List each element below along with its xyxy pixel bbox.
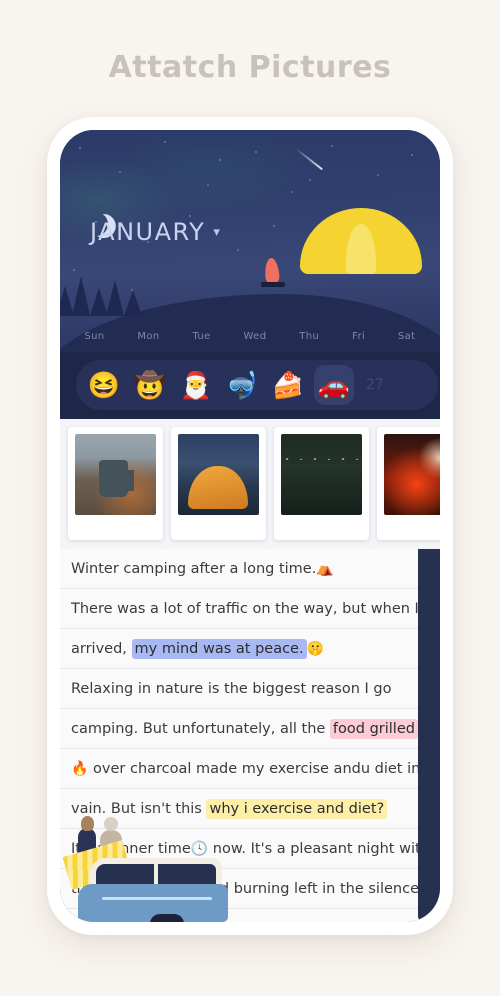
note-line-7: vain. But isn't this why i exercise and … <box>71 789 411 829</box>
note-text-segment: arrived, <box>71 641 132 657</box>
sticker-laughing-face[interactable]: 😆 <box>84 365 124 405</box>
photo-yellow-tent-image <box>178 434 259 515</box>
sticker-shortcake[interactable]: 🍰 <box>268 365 308 405</box>
inline-emoji: 🤫 <box>306 641 325 657</box>
sticker-santa-face[interactable]: 🎅 <box>176 365 216 405</box>
note-line-1: Winter camping after a long time.⛺ <box>71 549 411 589</box>
weekday-tue: Tue <box>192 331 211 342</box>
inline-emoji: ⛺ <box>316 561 334 577</box>
note-text-segment: now. It's a pleasant night with <box>208 841 430 857</box>
weekday-wed: Wed <box>243 331 267 342</box>
highlighted-text: why i exercise and diet? <box>206 799 388 819</box>
weekday-fri: Fri <box>352 331 366 342</box>
sticker-car[interactable]: 🚗 <box>314 365 354 405</box>
photo-charcoal-image <box>384 434 440 515</box>
weekday-row: Sun Mon Tue Wed Thu Fri Sat <box>60 331 440 342</box>
sticker-straw-hat-face[interactable]: 🤠 <box>130 365 170 405</box>
inline-emoji: 🔥 <box>71 761 89 777</box>
page-title: Attatch Pictures <box>108 50 392 85</box>
pine-trees-decoration <box>60 266 170 316</box>
note-body[interactable]: Winter camping after a long time.⛺ There … <box>60 549 440 922</box>
weekday-thu: Thu <box>299 331 320 342</box>
note-line-6: 🔥 over charcoal made my exercise andu di… <box>71 749 420 789</box>
weekday-sun: Sun <box>84 331 105 342</box>
note-text-segment: Winter camping after a long time. <box>71 561 317 577</box>
note-text-segment: camping. But unfortunately, all the <box>71 721 330 737</box>
chevron-down-icon[interactable]: ▾ <box>213 225 221 240</box>
tent-icon <box>300 208 422 274</box>
photo-camp-mug[interactable] <box>68 427 163 540</box>
scroll-side-band <box>418 549 440 922</box>
note-text-segment: Relaxing in nature is the biggest reason… <box>71 681 392 697</box>
sticker-bar: 😆 🤠 🎅 🤿 🍰 🚗 27 <box>60 352 440 419</box>
note-text-segment: There was a lot of traffic on the way, b… <box>71 601 419 617</box>
photo-string-lights-image <box>281 434 362 515</box>
month-label: JANUARY <box>90 218 206 246</box>
photo-yellow-tent[interactable] <box>171 427 266 540</box>
note-line-2: There was a lot of traffic on the way, b… <box>71 589 419 629</box>
phone-frame: JANUARY ▾ Sun Mon Tue Wed Thu Fri Sat 😆 🤠… <box>47 117 453 935</box>
note-line-5: camping. But unfortunately, all the food… <box>71 709 418 749</box>
photo-charcoal[interactable] <box>377 427 440 540</box>
sticker-count-label: 27 <box>366 377 384 393</box>
photo-string-lights[interactable] <box>274 427 369 540</box>
weekday-mon: Mon <box>137 331 160 342</box>
calendar-header: JANUARY ▾ Sun Mon Tue Wed Thu Fri Sat <box>60 130 440 352</box>
highlighted-text: food grilled <box>329 719 418 739</box>
month-selector[interactable]: JANUARY ▾ <box>90 218 221 246</box>
note-text-segment: vain. But isn't this <box>71 801 207 817</box>
weekday-sat: Sat <box>397 331 416 342</box>
sticker-snorkel-mask[interactable]: 🤿 <box>222 365 262 405</box>
sticker-pill: 😆 🤠 🎅 🤿 🍰 🚗 27 <box>76 360 438 410</box>
campfire-icon <box>261 257 285 287</box>
phone-screen: JANUARY ▾ Sun Mon Tue Wed Thu Fri Sat 😆 🤠… <box>60 130 440 922</box>
note-text-segment: over charcoal made my exercise andu diet… <box>88 761 421 777</box>
photo-camp-mug-image <box>75 434 156 515</box>
note-line-4: Relaxing in nature is the biggest reason… <box>71 669 411 709</box>
note-line-3: arrived, my mind was at peace. 🤫 <box>71 629 411 669</box>
photo-strip[interactable] <box>60 419 440 549</box>
highlighted-text: my mind was at peace. <box>131 639 307 659</box>
camper-van-illustration <box>62 816 230 922</box>
